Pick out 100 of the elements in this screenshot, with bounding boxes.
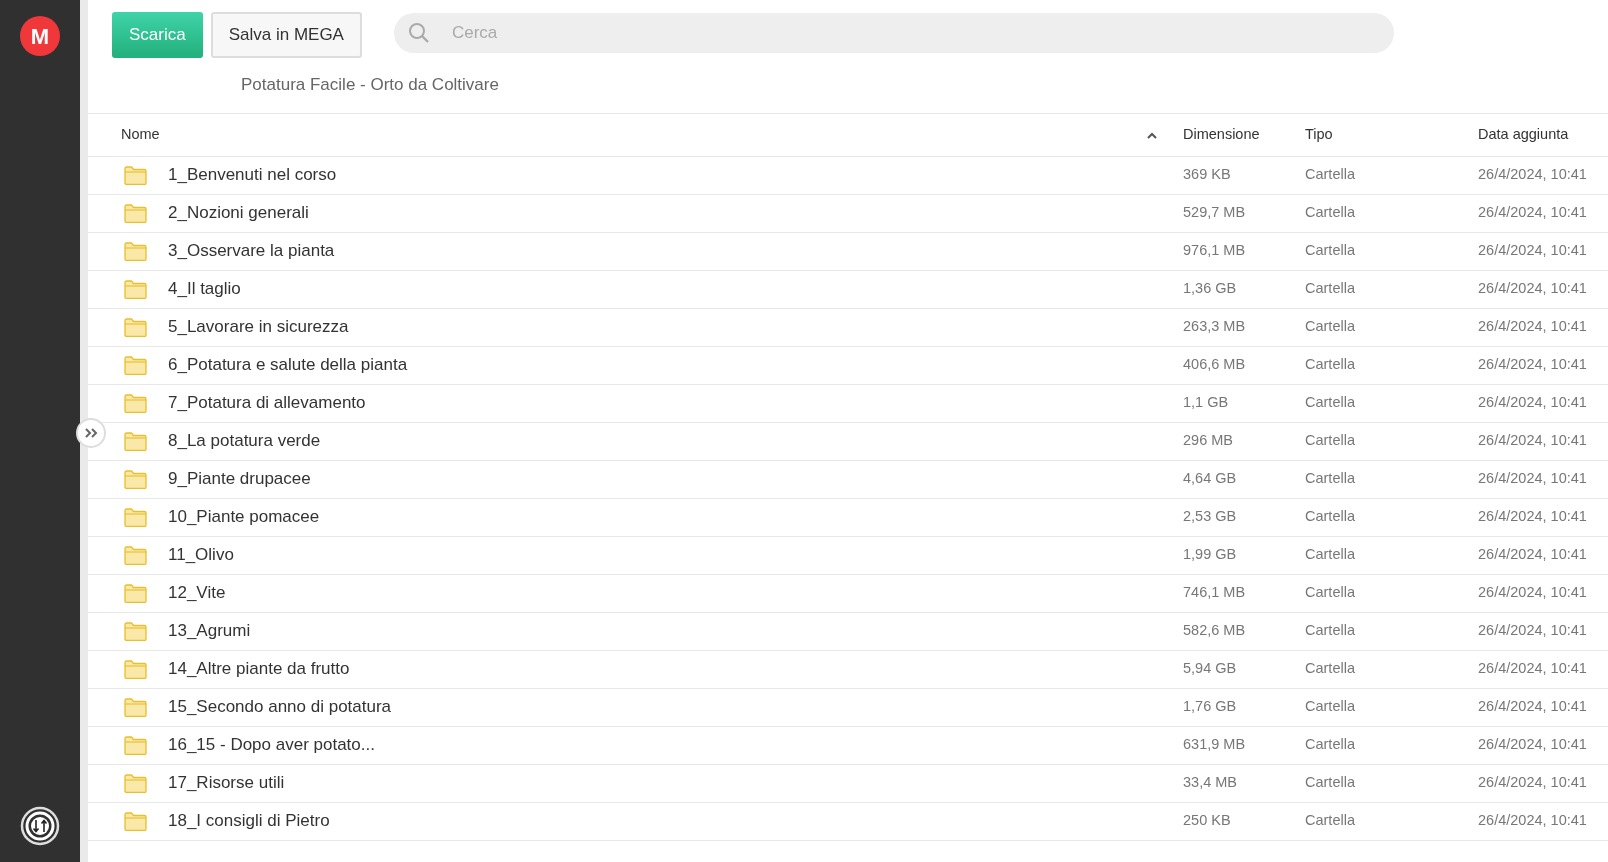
date-added: 26/4/2024, 10:41: [1478, 356, 1587, 373]
file-type: Cartella: [1305, 432, 1355, 449]
double-chevron-icon: [84, 427, 98, 439]
folder-name[interactable]: 1_Benvenuti nel corso: [168, 165, 337, 185]
file-type: Cartella: [1305, 508, 1355, 525]
file-type: Cartella: [1305, 166, 1355, 183]
logo-icon[interactable]: M: [20, 16, 60, 56]
file-size: 746,1 MB: [1183, 584, 1246, 601]
folder-icon: [124, 165, 147, 185]
date-added: 26/4/2024, 10:41: [1478, 470, 1587, 487]
date-added: 26/4/2024, 10:41: [1478, 280, 1587, 297]
folder-name[interactable]: 4_Il taglio: [168, 279, 241, 299]
file-type: Cartella: [1305, 736, 1355, 753]
date-added: 26/4/2024, 10:41: [1478, 660, 1587, 677]
file-type: Cartella: [1305, 280, 1355, 297]
column-header[interactable]: Tipo: [1305, 125, 1333, 142]
folder-name[interactable]: 18_I consigli di Pietro: [168, 811, 330, 831]
date-added: 26/4/2024, 10:41: [1478, 622, 1587, 639]
file-type: Cartella: [1305, 774, 1355, 791]
folder-name[interactable]: 13_Agrumi: [168, 621, 251, 641]
folder-icon: [124, 545, 147, 565]
folder-icon: [124, 241, 147, 261]
folder-name[interactable]: 17_Risorse utili: [168, 773, 285, 793]
folder-icon: [124, 773, 147, 793]
file-size: 1,36 GB: [1183, 280, 1237, 297]
file-type: Cartella: [1305, 698, 1355, 715]
folder-icon: [124, 659, 147, 679]
folder-icon: [124, 697, 147, 717]
folder-icon: [124, 469, 147, 489]
folder-name[interactable]: 14_Altre piante da frutto: [168, 659, 350, 679]
folder-icon: [124, 621, 147, 641]
file-size: 1,99 GB: [1183, 546, 1237, 563]
breadcrumb-text: Potatura Facile - Orto da Coltivare: [241, 74, 500, 96]
date-added: 26/4/2024, 10:41: [1478, 432, 1587, 449]
column-header[interactable]: Dimensione: [1183, 125, 1260, 142]
date-added: 26/4/2024, 10:41: [1478, 204, 1587, 221]
folder-name[interactable]: 7_Potatura di allevamento: [168, 393, 366, 413]
file-size: 406,6 MB: [1183, 356, 1246, 373]
file-size: 2,53 GB: [1183, 508, 1237, 525]
folder-icon: [124, 317, 147, 337]
date-added: 26/4/2024, 10:41: [1478, 546, 1587, 563]
transfer-icon[interactable]: [20, 806, 60, 846]
file-size: 263,3 MB: [1183, 318, 1246, 335]
file-size: 4,64 GB: [1183, 470, 1237, 487]
save-button[interactable]: Salva in MEGA: [210, 12, 362, 58]
column-header[interactable]: Data aggiunta: [1478, 125, 1569, 142]
folder-icon: [124, 811, 147, 831]
folder-icon: [124, 393, 147, 413]
column-header[interactable]: Nome: [121, 123, 160, 146]
file-size: 631,9 MB: [1183, 736, 1246, 753]
file-type: Cartella: [1305, 812, 1355, 829]
file-type: Cartella: [1305, 546, 1355, 563]
date-added: 26/4/2024, 10:41: [1478, 812, 1587, 829]
date-added: 26/4/2024, 10:41: [1478, 774, 1587, 791]
sort-caret-icon[interactable]: [1147, 131, 1157, 139]
folder-name[interactable]: 2_Nozioni generali: [168, 203, 309, 223]
folder-name[interactable]: 16_15 - Dopo aver potato...: [168, 735, 375, 755]
date-added: 26/4/2024, 10:41: [1478, 508, 1587, 525]
folder-name[interactable]: 3_Osservare la pianta: [168, 241, 335, 261]
file-size: 250 KB: [1183, 812, 1231, 829]
file-type: Cartella: [1305, 318, 1355, 335]
folder-icon: [124, 583, 147, 603]
date-added: 26/4/2024, 10:41: [1478, 166, 1587, 183]
file-type: Cartella: [1305, 204, 1355, 221]
folder-icon: [124, 355, 147, 375]
file-size: 582,6 MB: [1183, 622, 1246, 639]
file-type: Cartella: [1305, 584, 1355, 601]
file-type: Cartella: [1305, 394, 1355, 411]
file-size: 296 MB: [1183, 432, 1233, 449]
folder-name[interactable]: 11_Olivo: [168, 545, 234, 565]
search-field[interactable]: Cerca: [393, 13, 1394, 53]
folder-icon: [124, 735, 147, 755]
folder-name[interactable]: 8_La potatura verde: [168, 431, 321, 451]
folder-icon: [124, 279, 147, 299]
date-added: 26/4/2024, 10:41: [1478, 242, 1587, 259]
file-type: Cartella: [1305, 622, 1355, 639]
date-added: 26/4/2024, 10:41: [1478, 584, 1587, 601]
date-added: 26/4/2024, 10:41: [1478, 318, 1587, 335]
file-type: Cartella: [1305, 470, 1355, 487]
file-size: 33,4 MB: [1183, 774, 1237, 791]
folder-name[interactable]: 6_Potatura e salute della pianta: [168, 355, 408, 375]
folder-icon: [124, 431, 147, 451]
folder-name[interactable]: 12_Vite: [168, 583, 226, 603]
file-size: 1,76 GB: [1183, 698, 1237, 715]
folder-icon: [124, 507, 147, 527]
folder-name[interactable]: 5_Lavorare in sicurezza: [168, 317, 349, 337]
file-type: Cartella: [1305, 356, 1355, 373]
folder-name[interactable]: 9_Piante drupacee: [168, 469, 311, 489]
folder-icon: [124, 203, 147, 223]
folder-name[interactable]: 10_Piante pomacee: [168, 507, 320, 527]
file-type: Cartella: [1305, 242, 1355, 259]
file-size: 529,7 MB: [1183, 204, 1246, 221]
folder-name[interactable]: 15_Secondo anno di potatura: [168, 697, 392, 717]
file-size: 5,94 GB: [1183, 660, 1237, 677]
file-type: Cartella: [1305, 660, 1355, 677]
date-added: 26/4/2024, 10:41: [1478, 736, 1587, 753]
file-size: 369 KB: [1183, 166, 1231, 183]
file-size: 1,1 GB: [1183, 394, 1229, 411]
date-added: 26/4/2024, 10:41: [1478, 394, 1587, 411]
file-size: 976,1 MB: [1183, 242, 1246, 259]
